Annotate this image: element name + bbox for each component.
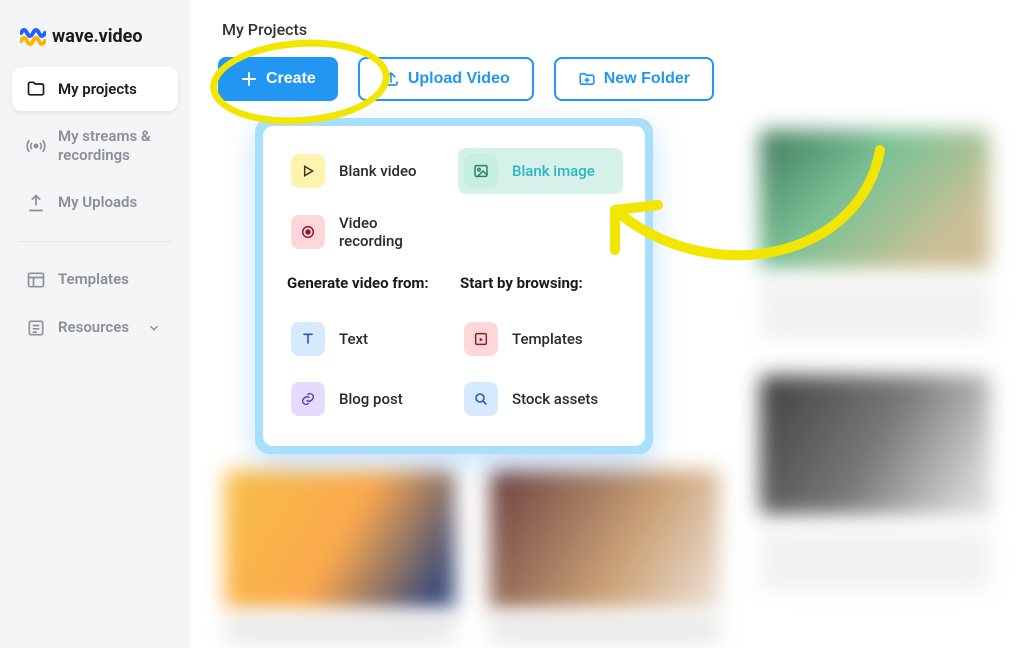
option-blank-image[interactable]: Blank image	[458, 148, 623, 194]
create-button[interactable]: Create	[218, 57, 338, 101]
option-stock-assets[interactable]: Stock assets	[458, 376, 623, 422]
chevron-down-icon	[144, 318, 164, 338]
project-meta	[760, 280, 990, 340]
upload-icon	[26, 193, 46, 213]
project-thumbnail[interactable]	[760, 130, 990, 270]
option-label: Blank video	[339, 162, 417, 180]
option-label: Text	[339, 330, 368, 348]
sidebar-label: Templates	[58, 270, 129, 289]
toolbar: Create Upload Video New Folder	[218, 57, 996, 101]
option-video-recording[interactable]: Video recording	[285, 208, 450, 256]
sidebar-item-my-projects[interactable]: My projects	[12, 67, 178, 111]
upload-label: Upload Video	[408, 70, 510, 88]
templates-icon	[26, 270, 46, 290]
project-thumbnail[interactable]	[760, 375, 990, 515]
sidebar-label: Resources	[58, 318, 129, 337]
option-label: Blog post	[339, 390, 403, 408]
sidebar-item-streams-recordings[interactable]: My streams & recordings	[12, 115, 178, 177]
sidebar: wave.video My projects My streams & reco…	[0, 0, 190, 648]
text-icon	[291, 322, 325, 356]
create-popover-inner: Blank video Blank image Video recording …	[263, 126, 645, 446]
project-thumbnail[interactable]	[225, 470, 455, 610]
plus-icon	[240, 70, 258, 88]
create-popover: Blank video Blank image Video recording …	[255, 118, 653, 454]
project-meta	[490, 615, 720, 645]
sidebar-item-resources[interactable]: Resources	[12, 306, 178, 350]
record-icon	[291, 215, 325, 249]
broadcast-icon	[26, 136, 46, 156]
sidebar-divider	[18, 241, 172, 242]
link-icon	[291, 382, 325, 416]
brand-logo[interactable]: wave.video	[12, 20, 178, 67]
search-icon	[464, 382, 498, 416]
option-blog-post[interactable]: Blog post	[285, 376, 450, 422]
wave-logo-icon	[20, 27, 46, 47]
templates-icon	[464, 322, 498, 356]
project-meta	[760, 530, 990, 590]
sidebar-nav: My projects My streams & recordings My U…	[12, 67, 178, 350]
sidebar-label: My streams & recordings	[58, 127, 164, 165]
option-text[interactable]: Text	[285, 316, 450, 362]
option-label: Stock assets	[512, 390, 598, 408]
sidebar-item-my-uploads[interactable]: My Uploads	[12, 181, 178, 225]
new-folder-button[interactable]: New Folder	[554, 57, 714, 101]
upload-video-button[interactable]: Upload Video	[358, 57, 534, 101]
sidebar-item-templates[interactable]: Templates	[12, 258, 178, 302]
resources-icon	[26, 318, 46, 338]
image-icon	[464, 154, 498, 188]
sidebar-label: My projects	[58, 80, 137, 99]
generate-heading: Generate video from:	[287, 274, 450, 292]
play-icon	[291, 154, 325, 188]
option-templates[interactable]: Templates	[458, 316, 623, 362]
create-label: Create	[266, 70, 316, 88]
page-title: My Projects	[222, 20, 996, 39]
upload-icon	[382, 70, 400, 88]
option-blank-video[interactable]: Blank video	[285, 148, 450, 194]
brand-name: wave.video	[52, 26, 143, 47]
folder-plus-icon	[578, 70, 596, 88]
sidebar-label: My Uploads	[58, 193, 137, 212]
folder-icon	[26, 79, 46, 99]
new-folder-label: New Folder	[604, 70, 690, 88]
project-meta	[225, 615, 455, 645]
project-thumbnail[interactable]	[490, 470, 720, 610]
option-label: Blank image	[512, 162, 595, 180]
browse-heading: Start by browsing:	[460, 274, 623, 292]
option-label: Templates	[512, 330, 583, 348]
option-label: Video recording	[339, 214, 444, 250]
